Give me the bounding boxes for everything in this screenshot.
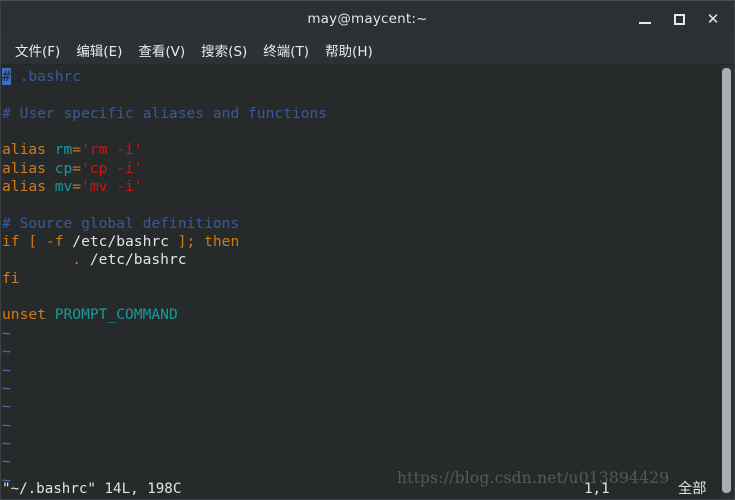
minimize-icon (639, 21, 651, 24)
empty-line-marker: ~ (2, 416, 11, 434)
code-token: 'rm -i' (81, 141, 143, 159)
editor-line: alias rm='rm -i' (2, 141, 721, 159)
code-token: = (72, 159, 82, 177)
status-scroll-percent: 全部 (678, 481, 707, 497)
close-icon: ✕ (706, 9, 720, 28)
empty-line-marker: ~ (2, 324, 11, 342)
code-token: mv (54, 178, 73, 196)
status-cursor-position: 1,1 (584, 481, 610, 497)
code-token: ]; then (168, 233, 240, 251)
code-token: # Source global definitions (2, 214, 240, 232)
terminal-scrollbar[interactable] (721, 65, 733, 499)
vim-status-line: "~/.bashrc" 14L, 198C 1,1 全部 (1, 479, 721, 499)
menu-help[interactable]: 帮助(H) (317, 37, 381, 63)
code-token: 'cp -i' (81, 159, 143, 177)
window-titlebar[interactable]: may@maycent:~ ✕ (0, 0, 735, 36)
menu-bar: 文件(F) 编辑(E) 查看(V) 搜索(S) 终端(T) 帮助(H) (0, 36, 735, 65)
editor-line: # .bashrc (2, 68, 721, 86)
code-token: # (2, 68, 11, 85)
terminal-body[interactable]: # .bashrc # User specific aliases and fu… (0, 65, 735, 500)
code-token: alias (2, 159, 55, 177)
close-button[interactable]: ✕ (696, 1, 730, 37)
code-token: = (72, 178, 82, 196)
code-token: 'mv -i' (81, 178, 143, 196)
empty-line-marker: ~ (2, 434, 11, 452)
empty-line-marker: ~ (2, 453, 11, 471)
code-token: fi (2, 269, 20, 287)
window-title: may@maycent:~ (307, 10, 428, 27)
empty-line-marker: ~ (2, 361, 11, 379)
editor-line: alias mv='mv -i' (2, 178, 721, 196)
status-filename: "~/.bashrc" 14L, 198C (2, 481, 182, 497)
empty-line-marker: ~ (2, 379, 11, 397)
menu-edit[interactable]: 编辑(E) (68, 37, 130, 63)
editor-line: # User specific aliases and functions (2, 105, 721, 123)
code-token: PROMPT_COMMAND (54, 306, 178, 324)
code-token: alias (2, 178, 55, 196)
terminal-window: may@maycent:~ ✕ 文件(F) 编辑(E) 查看(V) 搜索(S) … (0, 0, 735, 500)
editor-line: unset PROMPT_COMMAND (2, 306, 721, 324)
code-token: # User specific aliases and functions (2, 104, 328, 122)
menu-file[interactable]: 文件(F) (7, 37, 68, 63)
menu-search[interactable]: 搜索(S) (193, 37, 255, 63)
empty-line-markers: ~ ~ ~ ~ ~ ~ ~ ~ ~ (2, 325, 721, 490)
menu-view[interactable]: 查看(V) (130, 37, 193, 63)
maximize-icon (673, 13, 685, 25)
menu-terminal[interactable]: 终端(T) (255, 37, 317, 63)
empty-line-marker: ~ (2, 398, 11, 416)
editor-line: . /etc/bashrc (2, 251, 721, 269)
code-token: cp (54, 159, 73, 177)
code-token: . (2, 251, 90, 269)
empty-line-marker: ~ (2, 343, 11, 361)
maximize-button[interactable] (662, 1, 696, 37)
code-token: .bashrc (10, 68, 82, 85)
code-token: if [ -f (2, 233, 73, 251)
window-controls: ✕ (628, 1, 730, 37)
scrollbar-thumb[interactable] (722, 68, 731, 493)
code-token: unset (2, 306, 55, 324)
editor-line: if [ -f /etc/bashrc ]; then (2, 233, 721, 251)
code-token: = (72, 141, 82, 159)
code-token: rm (54, 141, 73, 159)
editor-line: fi (2, 270, 721, 288)
code-token: /etc/bashrc (72, 233, 169, 251)
code-token: alias (2, 141, 55, 159)
editor-line: alias cp='cp -i' (2, 160, 721, 178)
code-token: /etc/bashrc (89, 251, 187, 269)
vim-editor-area[interactable]: # .bashrc # User specific aliases and fu… (1, 65, 721, 499)
editor-line: # Source global definitions (2, 215, 721, 233)
minimize-button[interactable] (628, 1, 662, 37)
